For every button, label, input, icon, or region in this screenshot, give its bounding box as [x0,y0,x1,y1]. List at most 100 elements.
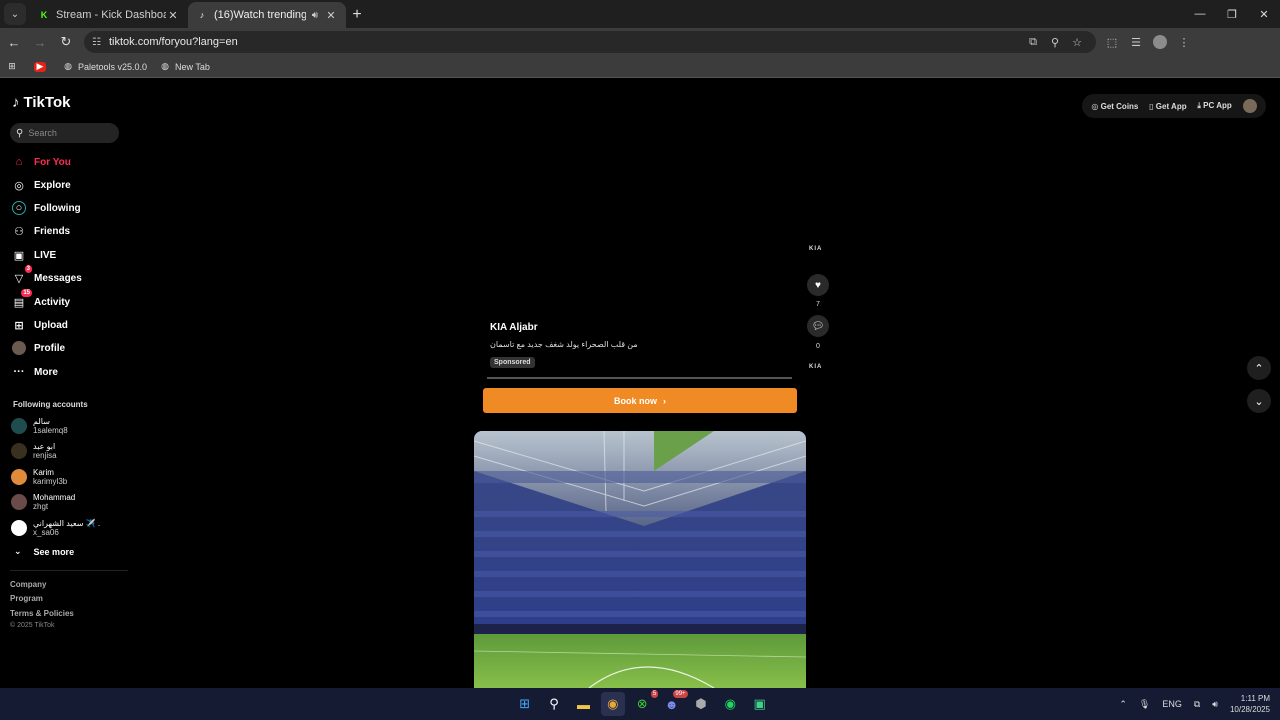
like-count: 7 [816,301,820,308]
get-app-button[interactable]: ▯ Get App [1149,102,1186,111]
user-avatar[interactable] [1242,99,1257,113]
like-button[interactable]: ♥ [807,274,829,296]
footer-company[interactable]: Company [10,580,46,589]
chevron-down-icon: ⌄ [10,8,20,20]
sidebar-item-more[interactable]: ··· More [12,362,58,382]
install-app-icon[interactable]: ⧉ [1022,36,1044,49]
sidebar-item-profile[interactable]: Profile [12,338,65,358]
following-account[interactable]: Karim karimyl3b [11,468,67,486]
next-video-button[interactable]: ⌄ [1247,389,1271,413]
following-account[interactable]: Mohammad zhgt [11,493,75,511]
book-now-button[interactable]: Book now › [483,388,797,413]
advertiser-name[interactable]: KIA Aljabr [490,322,538,333]
clock-date: 10/28/2025 [1229,705,1270,714]
network-icon[interactable]: ⧉ [1194,699,1200,710]
video-player[interactable] [474,431,806,688]
sidebar-item-activity[interactable]: ▤ 15 Activity [12,289,70,312]
following-account[interactable]: سالم 1salemq8 [11,417,68,435]
game-icon[interactable]: ▣ [748,692,772,716]
notification-badge: 15 [21,289,32,297]
youtube-icon: ▶ [34,61,46,72]
following-account[interactable]: ابو عبد renjisa [11,442,57,460]
volume-icon[interactable]: 🔊︎ [1212,699,1218,710]
messages-icon: ▽ 3 [14,265,32,285]
footer-terms[interactable]: Terms & Policies [10,609,74,618]
address-bar[interactable]: ☷ tiktok.com/foryou?lang=en ⧉ ⚲ ☆ [84,31,1096,53]
previous-video-button[interactable]: ⌃ [1247,356,1271,380]
close-window-icon[interactable]: ✕ [1248,0,1280,28]
see-more-label: See more [33,546,75,557]
site-info-icon[interactable]: ☷ [92,37,101,48]
close-icon[interactable]: ✕ [324,9,338,22]
bookmark-youtube[interactable]: ▶ [34,61,50,72]
search-icon[interactable]: ⚲ [542,692,566,716]
tab-title: Stream - Kick Dashboard [56,9,166,21]
reading-list-icon[interactable]: ☰ [1124,30,1148,54]
bookmark-new-tab[interactable]: ◍ New Tab [159,61,210,72]
minimize-icon[interactable]: — [1184,0,1216,28]
browser-tab-strip: ⌄ K Stream - Kick Dashboard ✕ ♪ (16)Watc… [0,0,1280,28]
sidebar-item-messages[interactable]: ▽ 3 Messages [12,265,82,288]
sidebar-divider [10,570,128,571]
pc-app-button[interactable]: ⤓ PC App [1197,101,1231,111]
sidebar-item-friends[interactable]: ⚇ Friends [12,221,70,241]
extensions-icon[interactable]: ⬚ [1100,30,1124,54]
home-icon: ⌂ [15,156,23,168]
search-input[interactable]: ⚲ Search [10,123,119,143]
profile-avatar[interactable] [1153,35,1167,49]
sidebar-item-for-you[interactable]: ⌂ For You [12,152,71,172]
arrow-left-icon: ← [7,34,21,50]
see-more-button[interactable]: ⌄ See more [14,546,74,557]
reload-button[interactable]: ↻ [54,30,78,54]
sidebar-item-label: For You [34,156,71,168]
get-coins-button[interactable]: ◎ Get Coins [1091,102,1138,111]
language-indicator[interactable]: ENG [1162,699,1182,709]
sidebar-item-following[interactable]: ○ Following [12,198,81,218]
comment-button[interactable]: 💬︎ [807,315,829,337]
comment-icon: 💬︎ [811,320,825,332]
close-icon[interactable]: ✕ [166,9,180,22]
spotify-icon[interactable]: ◉ [718,692,742,716]
following-account[interactable]: سعيد الشهراني ✈️ . x_sa06 [11,519,100,537]
system-tray: ⌃ 🎙︎ ENG ⧉ 🔊︎ 1:11 PM 10/28/2025 [1113,688,1270,720]
browser-tab-tiktok[interactable]: ♪ (16)Watch trending videos f 🔊︎ ✕ [188,2,346,28]
account-name: ابو عبد [33,442,56,451]
app-icon[interactable]: ⬢ [689,692,713,716]
clock-time: 1:11 PM [1240,694,1270,703]
chevron-up-icon[interactable]: ⌃ [1119,699,1127,710]
tab-search-button[interactable]: ⌄ [4,3,26,25]
menu-dots-icon[interactable]: ⋮ [1172,30,1196,54]
sidebar-item-explore[interactable]: ◎ Explore [12,175,71,195]
sidebar-item-live[interactable]: ▣ LIVE [12,245,56,265]
windows-start-icon[interactable]: ⊞ [513,692,537,716]
globe-icon: ◍ [64,61,72,71]
apps-button[interactable]: ⊞ [6,61,22,72]
bookmark-paletools[interactable]: ◍ Paletools v25.0.0 [62,61,147,72]
new-tab-button[interactable]: + [346,4,368,26]
discord-badge: 99+ [673,690,688,698]
browser-tab-kick[interactable]: K Stream - Kick Dashboard ✕ [30,2,188,28]
tiktok-note-icon: ♪ [12,94,20,111]
forward-button[interactable]: → [28,30,52,54]
video-progress-bar[interactable] [487,377,792,379]
bookmark-star-icon[interactable]: ☆ [1066,36,1088,49]
tab-title: (16)Watch trending videos f [214,9,306,21]
kick-favicon-icon: K [40,10,48,20]
arrow-right-icon: → [33,34,47,50]
restore-icon[interactable]: ❐ [1216,0,1248,28]
discord-icon[interactable]: ☻ 99+ [660,690,688,716]
speaker-icon[interactable]: 🔊︎ [312,10,318,21]
sidebar-item-upload[interactable]: ⊞ Upload [12,315,68,335]
chrome-icon[interactable]: ◉ [600,692,625,716]
back-button[interactable]: ← [2,30,26,54]
xbox-icon[interactable]: ⊗ 5 [630,690,659,716]
zoom-icon[interactable]: ⚲ [1044,36,1066,49]
file-explorer-icon[interactable]: ▬ [571,692,595,716]
tiktok-logo[interactable]: ♪ TikTok [12,94,70,111]
friends-icon: ⚇ [14,225,24,238]
clock[interactable]: 1:11 PM 10/28/2025 [1230,693,1270,715]
microphone-icon[interactable]: 🎙︎ [1139,699,1150,710]
account-name: Karim [33,468,54,477]
sidebar-item-label: Following [34,202,81,214]
footer-program[interactable]: Program [10,594,43,603]
